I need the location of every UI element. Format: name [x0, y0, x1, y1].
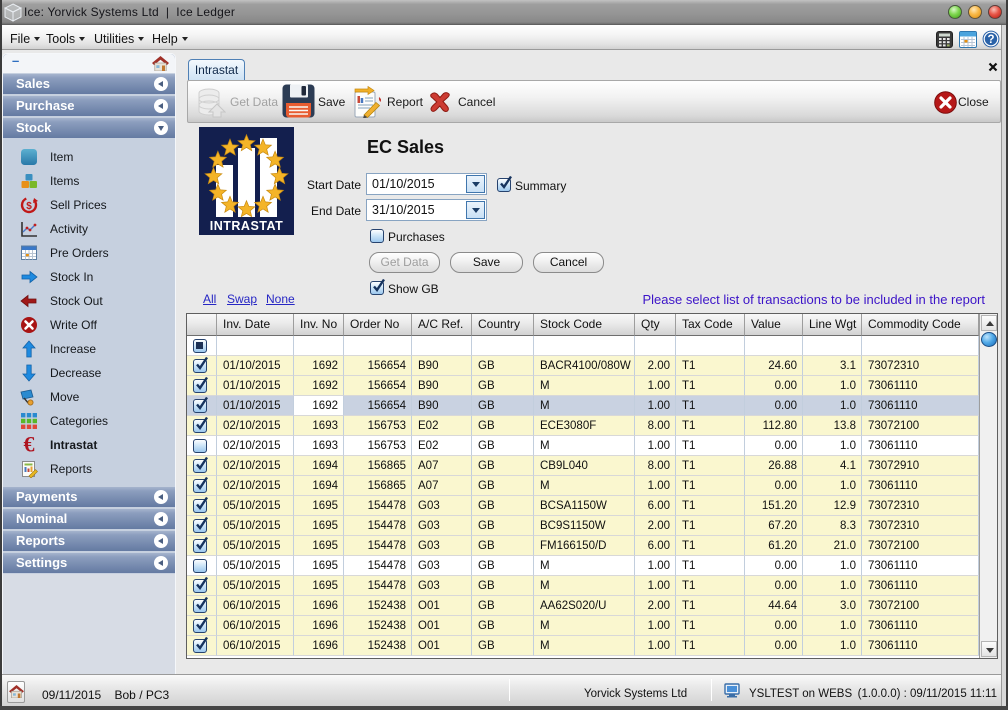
svg-text:?: ?: [987, 34, 994, 46]
svg-text:INTRASTAT: INTRASTAT: [210, 219, 283, 233]
svg-text:$: $: [26, 201, 32, 212]
svg-text:€: €: [24, 434, 35, 455]
